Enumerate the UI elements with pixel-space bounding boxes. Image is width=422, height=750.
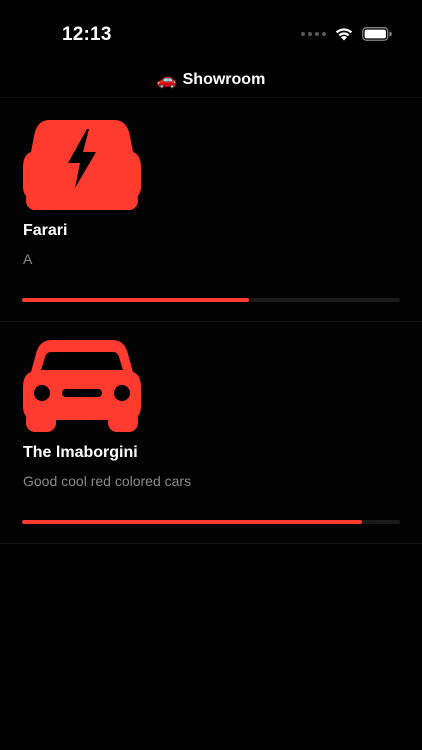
car-front-icon xyxy=(23,340,141,432)
car-emoji-icon: 🚗 xyxy=(156,71,177,89)
status-time: 12:13 xyxy=(62,24,112,45)
app-screen: 12:13 🚗 Showroom Farari A The lmaborgini… xyxy=(0,0,422,750)
navigation-bar: 🚗 Showroom xyxy=(0,62,422,98)
car-bolt-icon xyxy=(23,120,141,210)
car-description: A xyxy=(23,251,33,267)
status-bar: 12:13 xyxy=(0,0,422,60)
progress-bar-fill xyxy=(22,298,249,302)
car-description: Good cool red colored cars xyxy=(23,473,192,489)
car-card[interactable]: The lmaborgini Good cool red colored car… xyxy=(0,322,422,544)
car-card[interactable]: Farari A xyxy=(0,100,422,322)
battery-icon xyxy=(362,26,392,41)
progress-bar xyxy=(22,520,400,524)
car-list: Farari A The lmaborgini Good cool red co… xyxy=(0,100,422,544)
progress-bar xyxy=(22,298,400,302)
car-name: The lmaborgini xyxy=(23,444,138,461)
progress-bar-fill xyxy=(22,520,363,524)
page-title-text: Showroom xyxy=(182,70,266,88)
wifi-icon xyxy=(335,28,353,41)
page-title: 🚗 Showroom xyxy=(157,70,266,90)
status-icons xyxy=(301,26,392,41)
car-name: Farari xyxy=(23,222,68,239)
cellular-dots-icon xyxy=(301,31,326,36)
